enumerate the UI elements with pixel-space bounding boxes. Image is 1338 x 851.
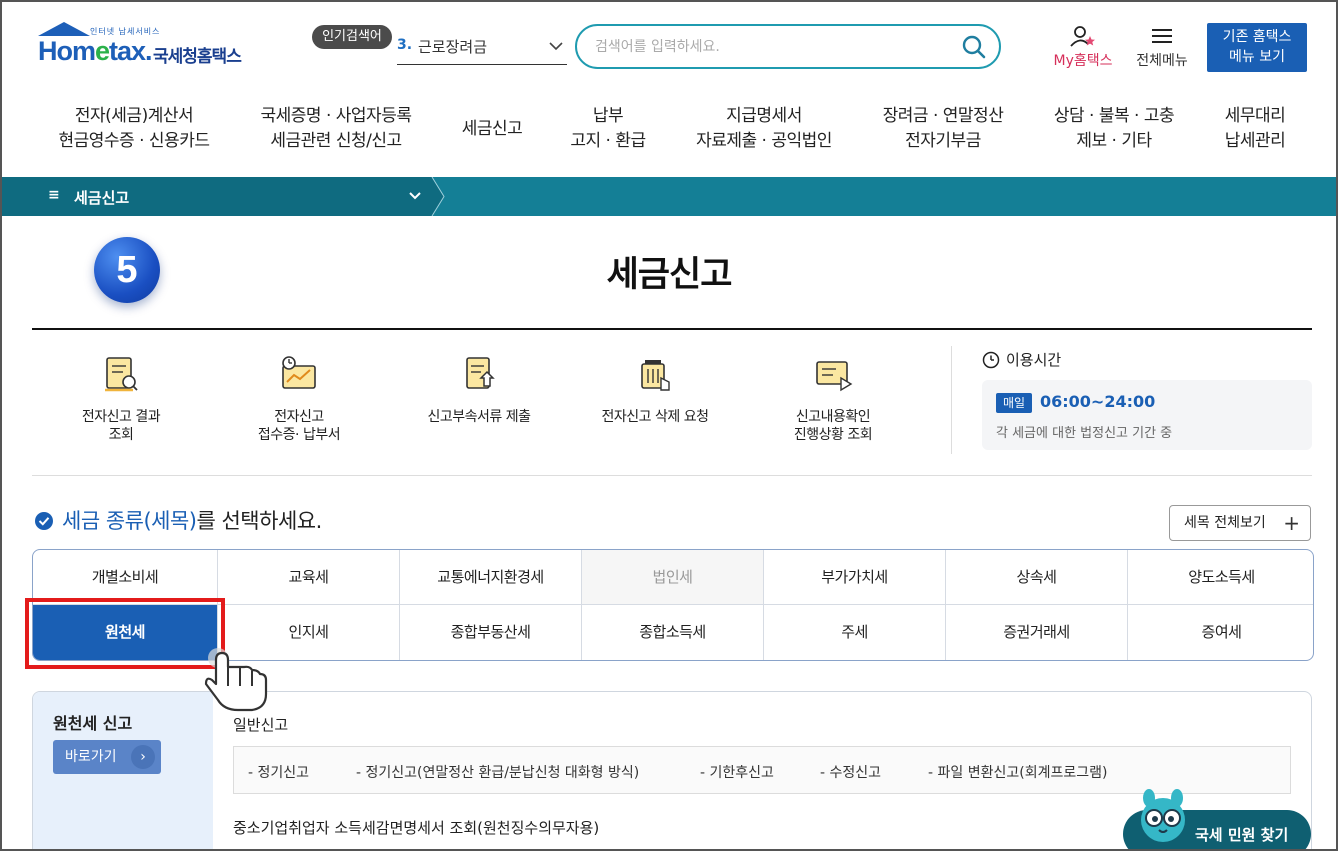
usage-time-header: 이용시간 — [982, 348, 1312, 372]
trash-delete-icon — [641, 360, 670, 391]
tax-type-item[interactable]: 종합부동산세 — [400, 605, 582, 660]
usage-time-panel: 이용시간 매일 06:00~24:00 각 세금에 대한 법정신고 기간 중 — [982, 348, 1312, 450]
popular-search-term[interactable]: 근로장려금 — [418, 36, 487, 57]
all-menu-label: 전체메뉴 — [1136, 53, 1188, 69]
quick-label: 신고내용확인 진행상황 조회 — [793, 409, 873, 443]
usage-time-title: 이용시간 — [1006, 351, 1062, 369]
section-divider — [32, 475, 1312, 476]
tax-type-item[interactable]: 양도소득세 — [1128, 550, 1313, 605]
quick-label: 전자신고 삭제 요청 — [601, 409, 709, 425]
sme-exemption-title[interactable]: 중소기업취업자 소득세감면명세서 조회(원천징수의무자용) — [233, 817, 599, 838]
old-menu-label-1: 기존 홈택스 — [1222, 29, 1292, 45]
tax-type-heading: 세금 종류(세목)를 선택하세요. — [34, 506, 322, 536]
chatbot-button[interactable]: 국세 민원 찾기 — [1123, 789, 1311, 851]
tax-type-item-disabled: 법인세 — [582, 550, 764, 605]
hamburger-icon — [1152, 29, 1172, 43]
tax-type-item[interactable]: 개별소비세 — [33, 550, 218, 605]
progress-check-icon — [816, 361, 853, 392]
search-input[interactable] — [595, 35, 935, 59]
search-box — [575, 24, 1001, 69]
logo-korean-name: 국세청홈택스 — [153, 47, 242, 67]
user-star-icon — [1070, 26, 1095, 47]
report-result-icon — [105, 357, 138, 392]
quick-receipt[interactable]: 전자신고 접수증· 납부서 — [224, 352, 374, 444]
breadcrumb-separator-icon — [426, 177, 445, 216]
logo-roof-icon — [38, 22, 90, 36]
location-current-label: 세금신고 — [74, 189, 130, 207]
quick-report-result[interactable]: 전자신고 결과 조회 — [46, 352, 196, 444]
tax-type-item[interactable]: 부가가치세 — [764, 550, 946, 605]
search-icon[interactable] — [961, 34, 987, 60]
my-hometax-label: My홈택스 — [1053, 53, 1113, 69]
tax-type-item[interactable]: 주세 — [764, 605, 946, 660]
hometax-logo[interactable]: 인터넷 납세서비스 Hometax. 국세청홈택스 — [34, 22, 254, 72]
clock-icon — [982, 351, 1000, 369]
location-bar: ≡ 세금신고 — [2, 177, 1336, 216]
tax-type-item[interactable]: 증여세 — [1128, 605, 1313, 660]
title-divider — [32, 328, 1312, 330]
tax-type-item[interactable]: 교통에너지환경세 — [400, 550, 582, 605]
old-hometax-menu-button[interactable]: 기존 홈택스 메뉴 보기 — [1207, 23, 1307, 72]
menu-lines-icon: ≡ — [48, 187, 60, 203]
document-submit-icon — [466, 357, 495, 389]
usage-time-value: 06:00~24:00 — [1040, 392, 1156, 411]
tax-type-item[interactable]: 증권거래세 — [946, 605, 1128, 660]
gnb-certificate[interactable]: 국세증명 · 사업자등록 세금관련 신청/신고 — [254, 104, 418, 154]
link-file-conversion-report[interactable]: - 파일 변환신고(회계프로그램) — [928, 762, 1107, 782]
panel-sidebar-title: 원천세 신고 — [53, 714, 133, 733]
old-menu-label-2: 메뉴 보기 — [1229, 49, 1285, 65]
quick-document-submit[interactable]: 신고부속서류 제출 — [404, 352, 554, 426]
popular-search-badge: 인기검색어 — [312, 25, 392, 49]
quick-progress-check[interactable]: 신고내용확인 진행상황 조회 — [758, 352, 908, 444]
gnb-e-invoice[interactable]: 전자(세금)계산서 현금영수증 · 신용카드 — [54, 104, 214, 154]
popular-search-rank: 3. — [397, 37, 413, 53]
usage-time-note: 각 세금에 대한 법정신고 기간 중 — [996, 426, 1173, 441]
tax-type-item[interactable]: 교육세 — [218, 550, 400, 605]
chevron-right-icon: › — [131, 745, 155, 769]
global-navigation: 전자(세금)계산서 현금영수증 · 신용카드 국세증명 · 사업자등록 세금관련 신… — [0, 104, 1338, 164]
quick-label: 전자신고 결과 조회 — [81, 409, 161, 443]
tax-type-item[interactable]: 종합소득세 — [582, 605, 764, 660]
link-regular-report[interactable]: - 정기신고 — [248, 762, 309, 782]
logo-wordmark: Hometax. — [38, 36, 153, 66]
quick-label: 전자신고 접수증· 납부서 — [257, 409, 341, 443]
check-circle-icon — [35, 512, 53, 530]
view-all-tax-types-button[interactable]: 세목 전체보기 + — [1169, 505, 1311, 541]
gnb-consultation[interactable]: 상담 · 불복 · 고충 제보 · 기타 — [1044, 104, 1184, 154]
tax-type-item[interactable]: 상속세 — [946, 550, 1128, 605]
chatbot-label: 국세 민원 찾기 — [1195, 826, 1289, 844]
all-menu-button[interactable]: 전체메뉴 — [1130, 24, 1194, 70]
pointer-hand-icon — [204, 648, 268, 712]
link-late-report[interactable]: - 기한후신고 — [700, 762, 774, 782]
link-regular-report-interactive[interactable]: - 정기신고(연말정산 환급/분납신청 대화형 방식) — [356, 762, 639, 782]
highlight-box — [25, 598, 225, 669]
page-title: 세금신고 — [606, 255, 733, 295]
chevron-down-icon[interactable] — [546, 36, 566, 56]
location-current-section[interactable]: ≡ 세금신고 — [2, 177, 432, 216]
plus-icon: + — [1283, 511, 1300, 535]
usage-time-box: 매일 06:00~24:00 각 세금에 대한 법정신고 기간 중 — [982, 380, 1312, 450]
my-hometax-button[interactable]: My홈택스 — [1046, 24, 1120, 70]
go-shortcut-button[interactable]: 바로가기 › — [53, 740, 161, 774]
daily-badge: 매일 — [996, 393, 1032, 413]
gnb-tax-agent[interactable]: 세무대리 납세관리 — [1212, 104, 1298, 154]
panel-sidebar: 원천세 신고 바로가기 › — [33, 692, 213, 851]
link-amended-report[interactable]: - 수정신고 — [820, 762, 881, 782]
gnb-tax-report[interactable]: 세금신고 — [452, 117, 532, 142]
quick-delete-request[interactable]: 전자신고 삭제 요청 — [580, 352, 730, 426]
popular-search-underline — [397, 64, 567, 65]
quick-label: 신고부속서류 제출 — [427, 409, 532, 425]
gnb-incentive[interactable]: 장려금 · 연말정산 전자기부금 — [872, 104, 1014, 154]
gnb-payment[interactable]: 납부 고지 · 환급 — [558, 104, 658, 154]
quick-divider — [951, 346, 952, 454]
receipt-icon — [282, 356, 316, 389]
mascot-icon — [1141, 789, 1185, 842]
gnb-payment-statement[interactable]: 지급명세서 자료제출 · 공익법인 — [690, 104, 838, 154]
chevron-down-icon — [409, 192, 421, 200]
